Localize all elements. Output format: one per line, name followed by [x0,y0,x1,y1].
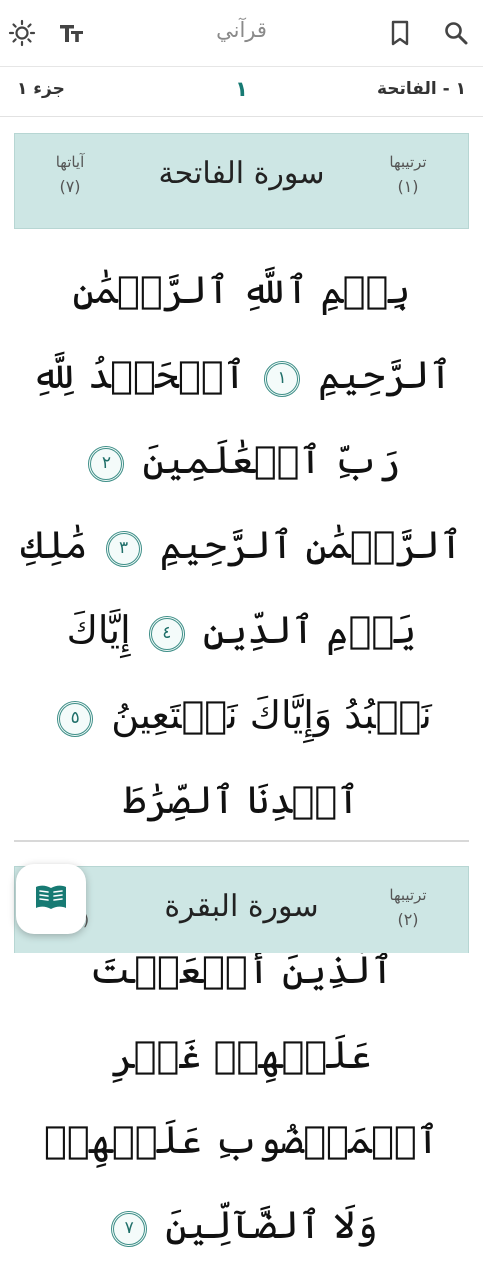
quran-text[interactable]: بِسۡمِ ٱللَّهِ ٱلرَّحۡمَٰنِ ٱلرَّحِيمِ ١… [18,248,465,1268]
search-icon[interactable] [440,17,472,49]
surah-order: ترتيبها (٢) [378,883,438,933]
ayah-number-marker: ٢ [88,445,125,482]
page-info-bar: جزء ١ ١ ١ - الفاتحة [0,67,483,117]
surah-label[interactable]: ١ - الفاتحة [377,79,466,99]
ayah-number-marker: ٥ [57,700,94,737]
bookmark-icon[interactable] [384,17,416,49]
ayah-number-marker: ٤ [148,615,185,652]
order-value: (٢) [397,910,419,929]
order-label: ترتيبها [389,886,427,904]
ayah-number-marker: ١ [264,360,301,397]
top-app-bar: قرآني [0,0,483,67]
order-label: ترتيبها [389,153,427,171]
surah-divider [14,840,469,842]
surah-order: ترتيبها (١) [378,150,438,200]
ayah-number-marker: ٧ [111,1210,148,1247]
order-value: (١) [397,177,419,196]
book-open-icon [34,882,68,916]
ayah-number-marker: ٣ [105,530,142,567]
verse-text[interactable]: ٱلرَّحۡمَٰنِ ٱلرَّحِيمِ [160,523,463,567]
surah-index-button[interactable] [16,864,86,934]
surah-header-fatiha: آياتها (٧) سورة الفاتحة ترتيبها (١) [14,133,469,229]
